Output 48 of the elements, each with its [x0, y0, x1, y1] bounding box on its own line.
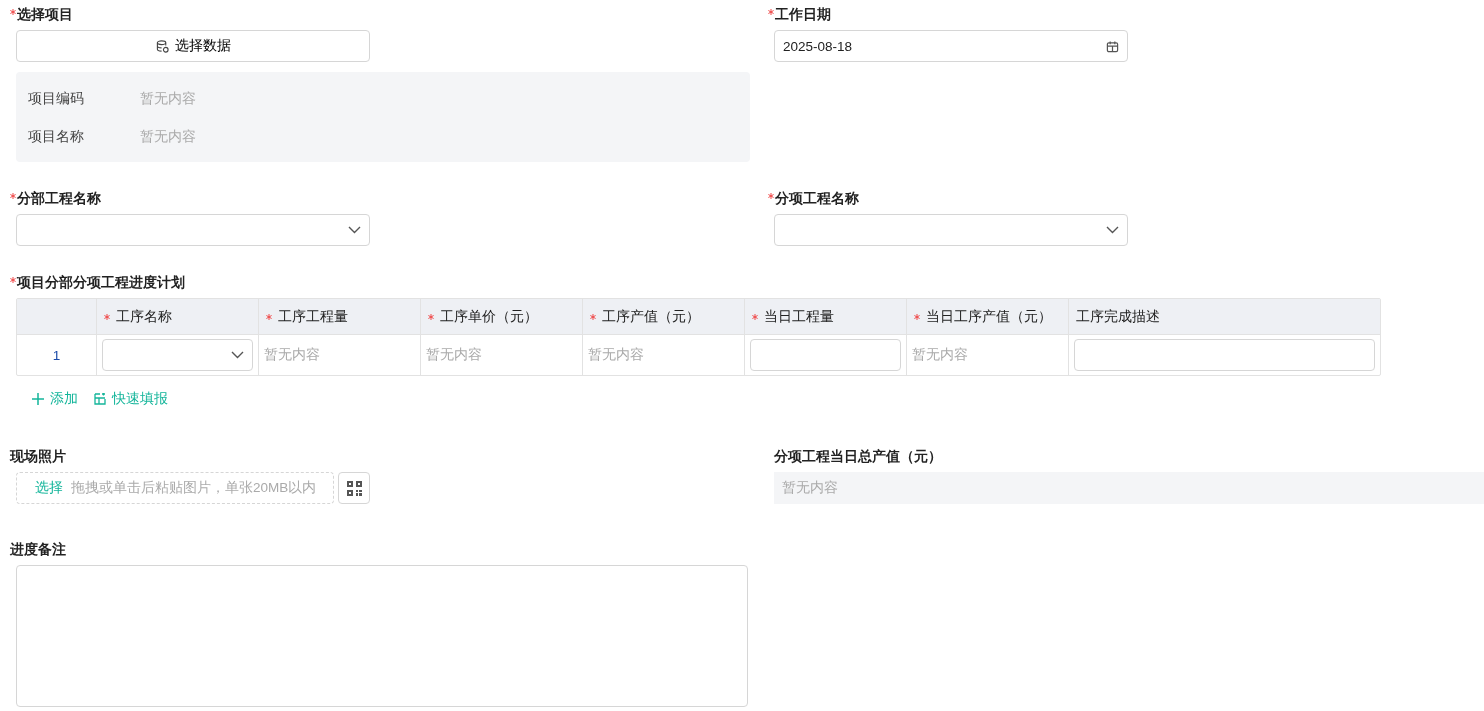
- column-header: 工序工程量: [258, 299, 420, 334]
- date-field[interactable]: 2025-08-18: [774, 30, 1128, 62]
- qr-code-icon: [346, 480, 362, 496]
- calendar-icon: [1106, 39, 1119, 53]
- info-label: 项目编码: [28, 90, 85, 108]
- info-value: 暂无内容: [140, 90, 196, 108]
- upload-hint: 拖拽或单击后粘贴图片，单张20MB以内: [71, 479, 317, 497]
- plus-icon: [32, 393, 44, 405]
- database-icon: [155, 39, 169, 53]
- field-label: 分部工程名称: [10, 190, 758, 208]
- select-field[interactable]: [774, 214, 1128, 246]
- column-header: 工序单价（元）: [420, 299, 582, 334]
- upload-area[interactable]: 选择 拖拽或单击后粘贴图片，单张20MB以内: [16, 472, 334, 504]
- chevron-down-icon: [231, 351, 244, 359]
- column-header: 工序产值（元）: [582, 299, 744, 334]
- choose-link[interactable]: 选择: [35, 479, 63, 497]
- chevron-down-icon: [348, 226, 361, 234]
- cell-value: 暂无内容: [426, 346, 482, 364]
- info-label: 项目名称: [28, 128, 85, 146]
- column-header: 当日工程量: [744, 299, 906, 334]
- cell-value: 暂无内容: [588, 346, 644, 364]
- column-header: 工序名称: [96, 299, 258, 334]
- column-header: 当日工序产值（元）: [906, 299, 1068, 334]
- field-label: 工作日期: [768, 6, 1484, 24]
- input-field[interactable]: [1074, 339, 1375, 371]
- field-label: 分项工程当日总产值（元）: [774, 448, 943, 466]
- select-field[interactable]: [16, 214, 370, 246]
- cell-value: 暂无内容: [912, 346, 968, 364]
- form-icon: [94, 393, 106, 405]
- field-value: 暂无内容: [782, 479, 838, 497]
- qr-code-button[interactable]: [338, 472, 370, 504]
- row-number: 1: [51, 346, 62, 365]
- chevron-down-icon: [1106, 226, 1119, 234]
- remarks-field[interactable]: [16, 565, 748, 707]
- column-header: 工序完成描述: [1068, 299, 1380, 334]
- cell-value: 暂无内容: [264, 346, 320, 364]
- field-label: 现场照片: [10, 448, 67, 466]
- date-value: 2025-08-18: [783, 38, 853, 54]
- quick-fill-button[interactable]: 快速填报: [94, 390, 168, 408]
- field-label: 项目分部分项工程进度计划: [10, 274, 1484, 292]
- input-field[interactable]: [750, 339, 901, 371]
- field-label: 分项工程名称: [768, 190, 1484, 208]
- field-label: 选择项目: [10, 6, 758, 24]
- field-label: 进度备注: [10, 541, 67, 559]
- select-field[interactable]: [102, 339, 253, 371]
- add-button[interactable]: 添加: [32, 390, 78, 408]
- select-data-button[interactable]: 选择数据: [16, 30, 370, 62]
- info-value: 暂无内容: [140, 128, 196, 146]
